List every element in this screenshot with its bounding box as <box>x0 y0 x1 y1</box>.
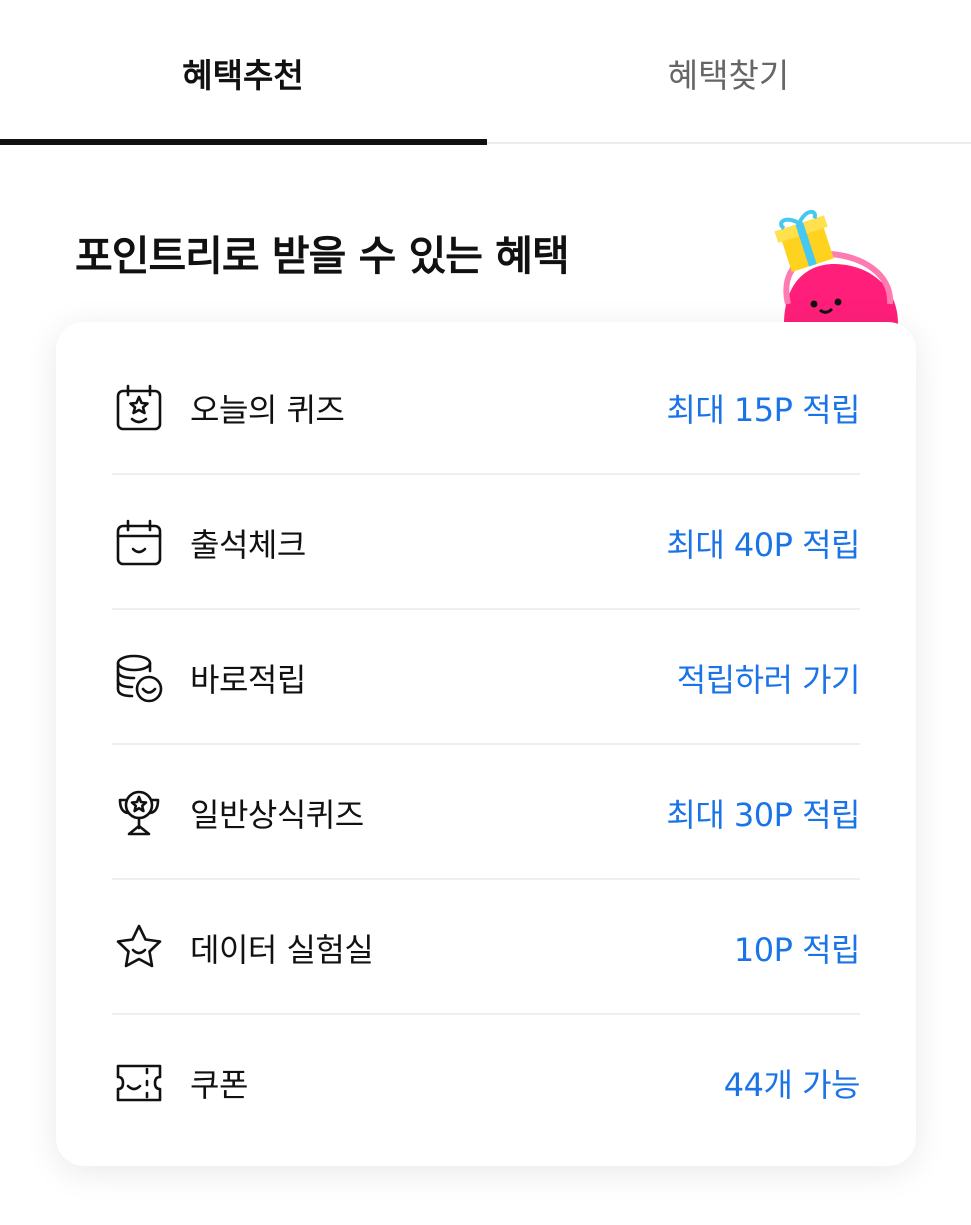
benefit-row-general-quiz[interactable]: 일반상식퀴즈 최대 30P 적립 <box>112 745 860 880</box>
active-tab-indicator <box>0 139 487 145</box>
benefit-action-link[interactable]: 10P 적립 <box>734 925 861 971</box>
tab-divider <box>487 142 971 144</box>
section-title: 포인트리로 받을 수 있는 혜택 <box>75 232 570 280</box>
benefit-action-link[interactable]: 최대 15P 적립 <box>666 385 860 431</box>
tab-bar: 혜택추천 혜택찾기 <box>0 0 971 146</box>
benefit-row-attendance[interactable]: 출석체크 최대 40P 적립 <box>112 475 860 610</box>
star-face-icon <box>112 920 168 976</box>
benefit-card: 오늘의 퀴즈 최대 15P 적립 출석체크 최대 40P 적립 바로적립 적립하… <box>56 322 916 1166</box>
gift-mascot-icon <box>774 209 898 324</box>
tab-recommend-label: 혜택추천 <box>182 56 304 95</box>
benefit-row-instant-earn[interactable]: 바로적립 적립하러 가기 <box>112 610 861 745</box>
benefit-action-link[interactable]: 44개 가능 <box>724 1060 861 1106</box>
tab-find-label: 혜택찾기 <box>667 56 790 95</box>
tab-find[interactable]: 혜택찾기 <box>486 0 971 146</box>
benefit-label: 출석체크 <box>190 525 306 564</box>
benefit-label: 일반상식퀴즈 <box>190 795 364 834</box>
benefit-action-link[interactable]: 최대 40P 적립 <box>666 520 860 566</box>
benefit-row-daily-quiz[interactable]: 오늘의 퀴즈 최대 15P 적립 <box>112 340 860 475</box>
calendar-smile-icon <box>112 515 168 571</box>
benefit-label: 쿠폰 <box>190 1065 248 1104</box>
trophy-icon <box>112 785 168 841</box>
benefit-label: 데이터 실험실 <box>190 930 374 969</box>
benefit-row-coupon[interactable]: 쿠폰 44개 가능 <box>112 1015 861 1150</box>
benefit-action-link[interactable]: 적립하러 가기 <box>677 655 861 701</box>
benefit-label: 오늘의 퀴즈 <box>190 390 345 429</box>
benefit-row-data-lab[interactable]: 데이터 실험실 10P 적립 <box>112 880 861 1015</box>
calendar-star-icon <box>112 380 168 436</box>
coins-smile-icon <box>112 650 168 706</box>
tab-recommend[interactable]: 혜택추천 <box>0 0 486 146</box>
benefit-action-link[interactable]: 최대 30P 적립 <box>666 790 860 836</box>
ticket-icon <box>112 1055 168 1111</box>
benefit-label: 바로적립 <box>190 660 306 699</box>
